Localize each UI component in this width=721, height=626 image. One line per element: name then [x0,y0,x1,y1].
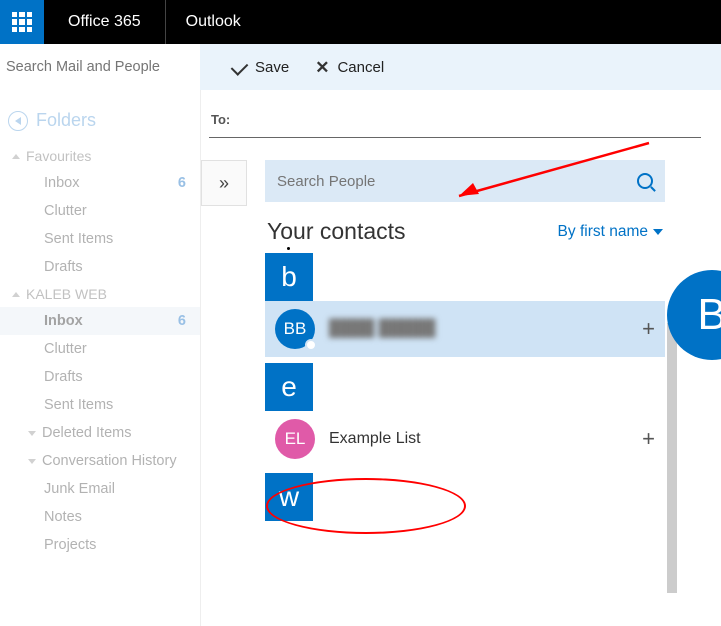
chevron-down-icon [653,229,663,235]
cancel-label: Cancel [337,59,384,76]
sort-by-button[interactable]: By first name [558,223,663,241]
chevron-up-icon [12,154,20,159]
group-kalebweb[interactable]: KALEB WEB [0,281,200,307]
add-contact-button[interactable]: + [642,316,655,342]
scrollbar-thumb[interactable] [667,323,677,593]
x-icon: ✕ [315,59,329,76]
presence-indicator [305,339,317,351]
brand-office365[interactable]: Office 365 [44,0,166,44]
chevron-down-icon [28,459,36,464]
search-mail-input[interactable] [6,59,200,75]
avatar: BB [275,309,315,349]
sidebar-item-clutter-2[interactable]: Clutter [0,335,200,363]
add-contact-button[interactable]: + [642,426,655,452]
contact-name: Example List [329,430,421,448]
app-launcher[interactable] [0,0,44,44]
sidebar-item-clutter[interactable]: Clutter [0,197,200,225]
sidebar: Folders Favourites Inbox 6 Clutter Sent … [0,90,200,626]
sidebar-item-drafts-2[interactable]: Drafts [0,363,200,391]
contacts-heading: Your contacts [267,218,406,245]
sidebar-item-deleted[interactable]: Deleted Items [0,419,200,447]
collapse-picker-button[interactable]: » [201,160,247,206]
letter-tile-w[interactable]: w [265,473,313,521]
search-icon[interactable] [637,173,653,189]
sidebar-item-convo-history[interactable]: Conversation History [0,447,200,475]
group-favourites[interactable]: Favourites [0,143,200,169]
sidebar-item-junk[interactable]: Junk Email [0,475,200,503]
compose-panel: To: » Your contacts By first name [200,90,721,626]
app-name-outlook: Outlook [166,13,261,31]
sidebar-item-inbox[interactable]: Inbox 6 [0,169,200,197]
save-label: Save [255,59,289,76]
sidebar-item-inbox-2[interactable]: Inbox 6 [0,307,200,335]
chevron-double-right-icon: » [219,173,229,194]
save-button[interactable]: Save [232,59,289,76]
sidebar-item-projects[interactable]: Projects [0,531,200,559]
to-label: To: [211,112,230,127]
letter-tile-b[interactable]: b [265,253,313,301]
avatar: EL [275,419,315,459]
scrollbar[interactable] [667,323,677,626]
chevron-down-icon [28,431,36,436]
cancel-button[interactable]: ✕ Cancel [315,59,384,76]
check-icon [231,58,249,76]
waffle-icon [12,12,32,32]
contact-row[interactable]: BB ████ █████ + [265,301,665,357]
sidebar-item-notes[interactable]: Notes [0,503,200,531]
sidebar-item-sent-2[interactable]: Sent Items [0,391,200,419]
back-icon[interactable] [8,111,28,131]
sidebar-item-drafts[interactable]: Drafts [0,253,200,281]
people-picker: Your contacts By first name b BB [265,160,665,521]
chevron-up-icon [12,292,20,297]
letter-tile-e[interactable]: e [265,363,313,411]
folders-heading: Folders [36,110,96,131]
contact-name: ████ █████ [329,320,435,338]
contact-row[interactable]: EL Example List + [265,411,665,467]
search-people-input[interactable] [277,173,637,190]
sidebar-item-sent[interactable]: Sent Items [0,225,200,253]
